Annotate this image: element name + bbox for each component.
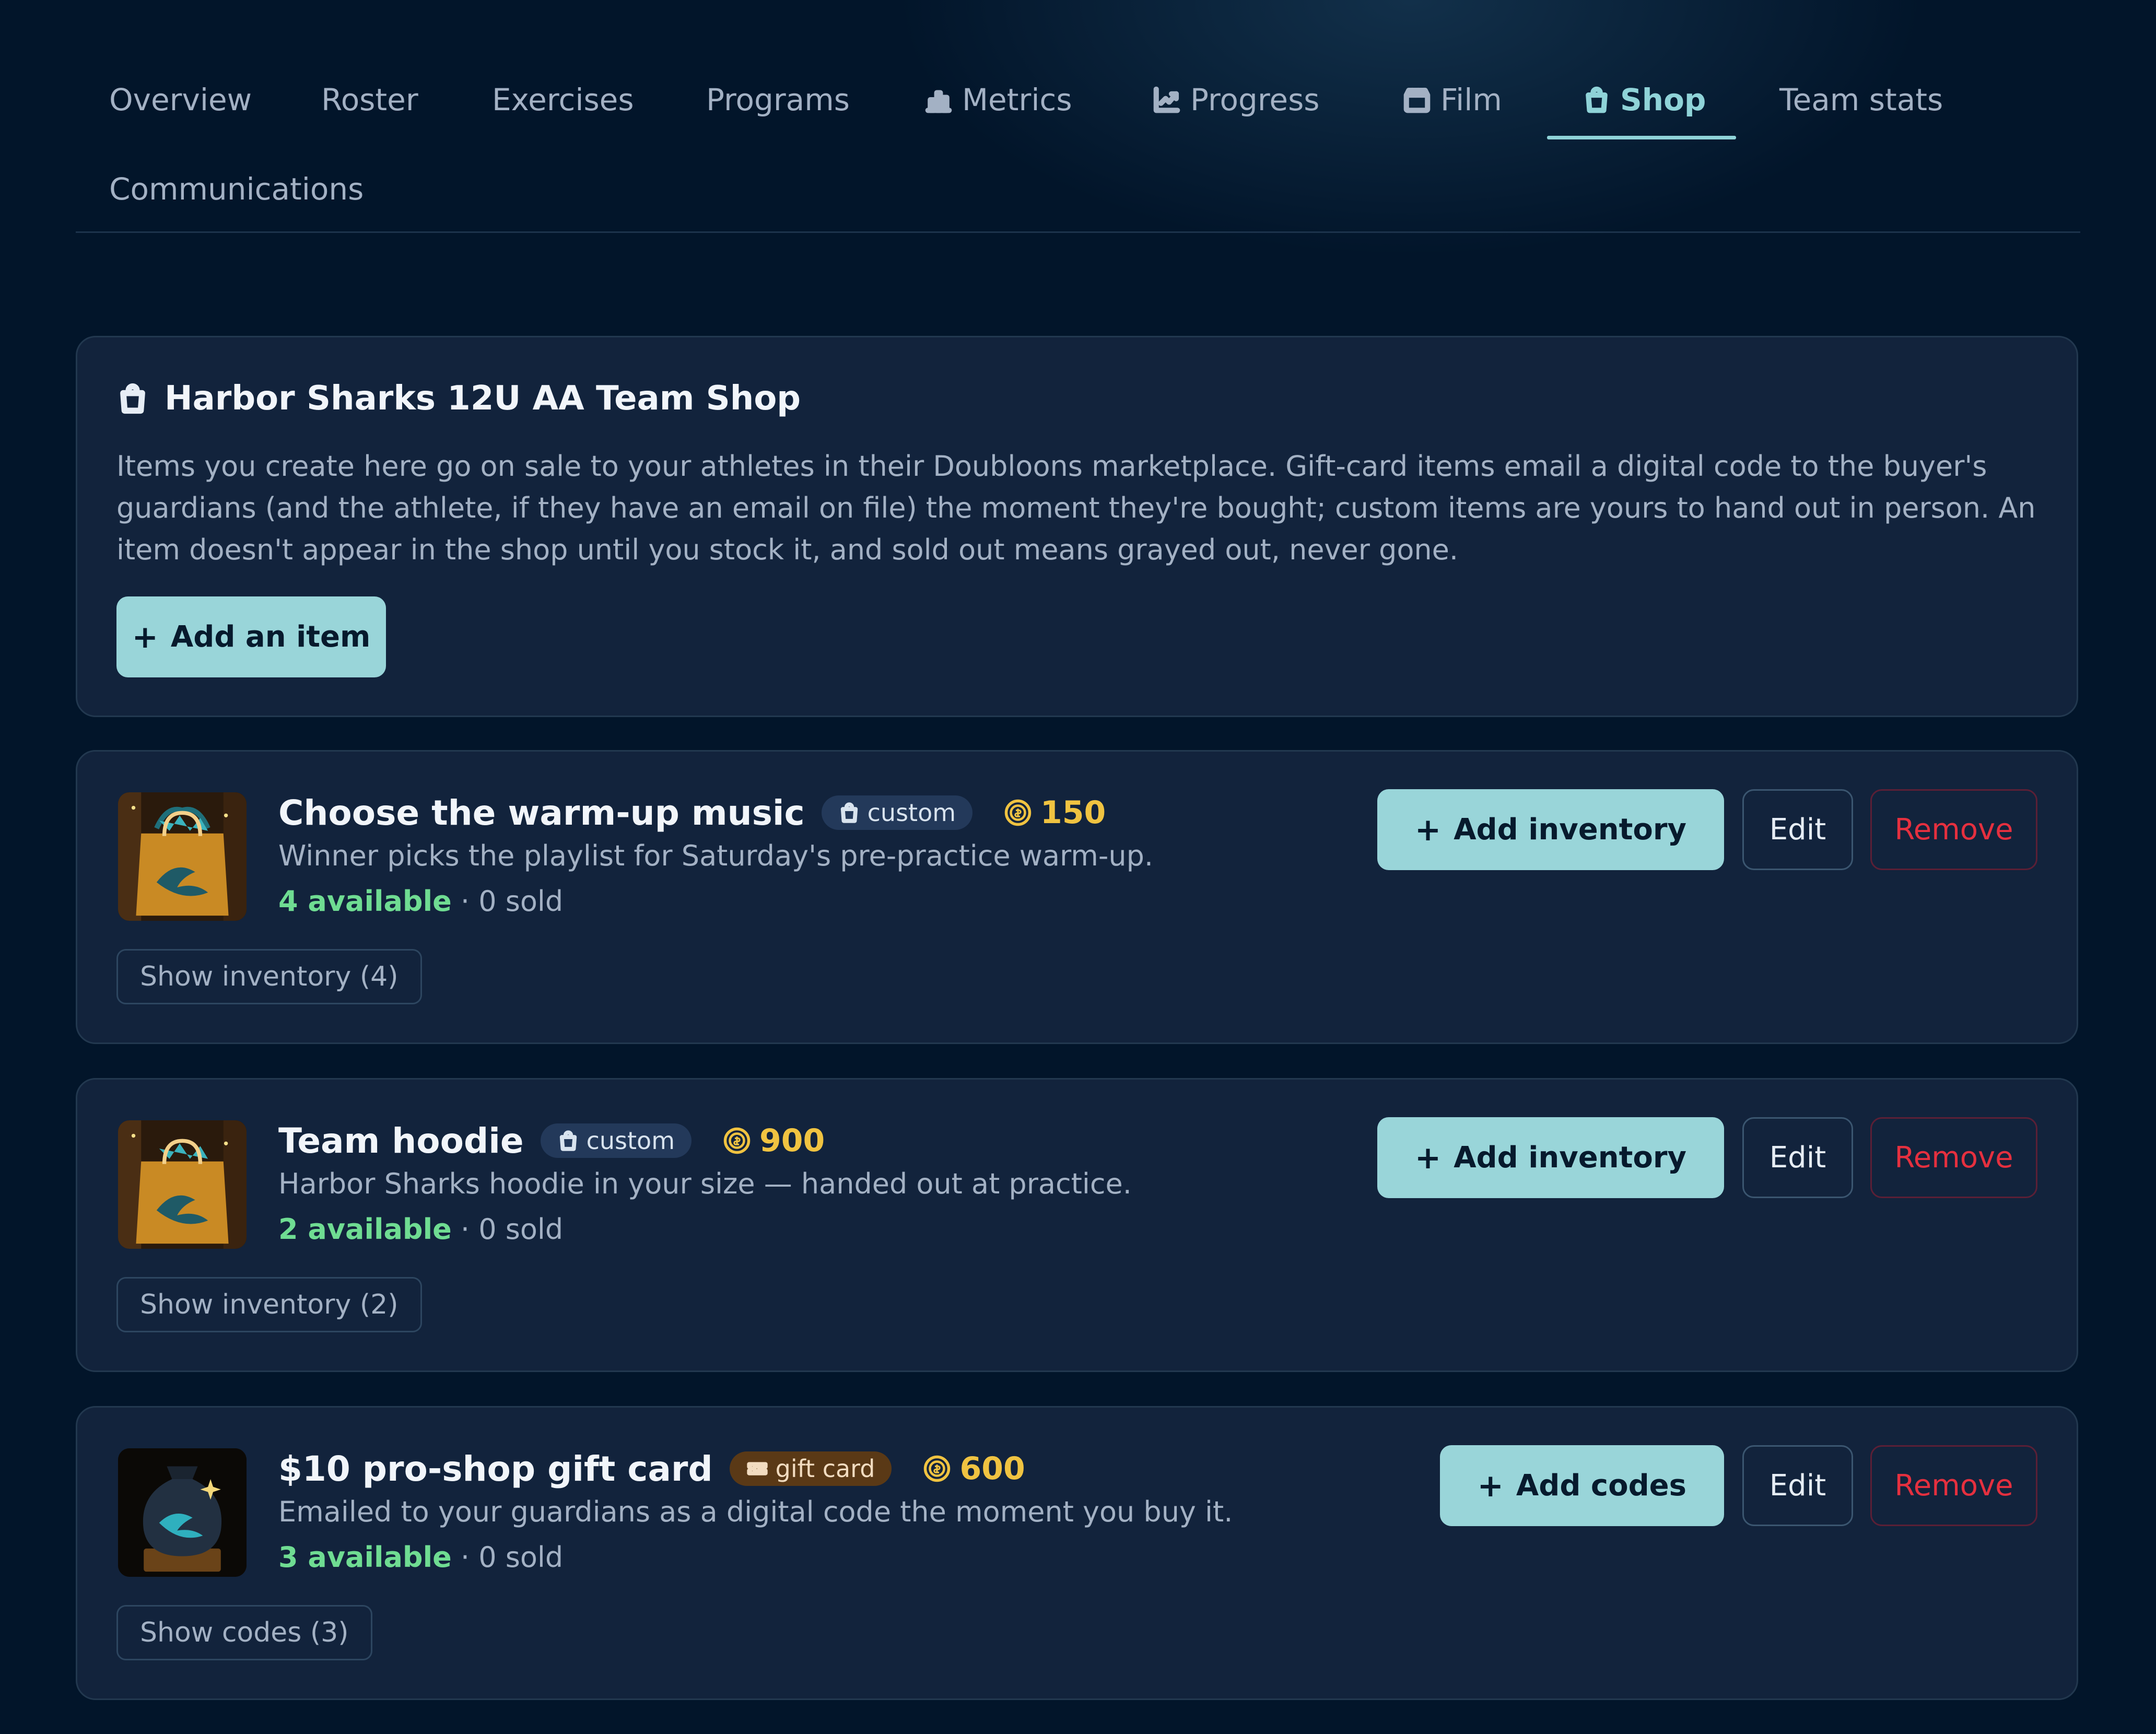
item-title-row: $10 pro-shop gift card gift card 600 [278,1445,1025,1492]
shark-coin-pouch-image [118,1448,247,1577]
tab-progress[interactable]: Progress [1153,63,1320,136]
price-value: 150 [1040,794,1106,831]
shopping-bag-icon [559,1130,577,1151]
bar-chart-icon [925,90,952,113]
add-item-label: Add an item [170,620,371,654]
tab-label: Communications [109,171,364,207]
shop-description: Items you create here go on sale to your… [116,450,2036,566]
line-chart-icon [1153,86,1180,113]
add-item-button[interactable]: + Add an item [116,596,386,677]
tab-communications[interactable]: Communications [109,153,364,226]
sold-count: · 0 sold [451,1541,564,1574]
item-stock: 2 available · 0 sold [278,1213,563,1246]
tab-label: Programs [706,82,850,118]
available-count: 3 available [278,1541,452,1574]
tab-roster[interactable]: Roster [321,63,418,136]
item-title-row: Team hoodie custom 900 [278,1117,825,1164]
edit-button[interactable]: Edit [1742,1445,1853,1526]
shop-title: Harbor Sharks 12U AA Team Shop [165,379,801,418]
shop-item-card: Choose the warm-up music custom 150 Winn… [76,750,2078,1044]
edit-button[interactable]: Edit [1742,1117,1853,1198]
available-count: 2 available [278,1213,452,1246]
item-stock: 4 available · 0 sold [278,885,563,918]
tab-label: Overview [109,82,252,118]
remove-button[interactable]: Remove [1870,1445,2037,1526]
badge-label: custom [586,1127,675,1155]
item-image [118,1448,247,1577]
badge-label: gift card [775,1455,875,1483]
item-description: Winner picks the playlist for Saturday's… [278,839,1154,872]
item-description: Emailed to your guardians as a digital c… [278,1495,1233,1528]
item-title: Team hoodie [278,1120,524,1161]
add-codes-label: Add codes [1516,1469,1686,1503]
item-title-row: Choose the warm-up music custom 150 [278,789,1106,836]
sold-count: · 0 sold [451,1213,564,1246]
item-type-badge: custom [540,1123,692,1158]
tab-label: Film [1440,82,1502,118]
shopping-bag-icon [120,383,145,414]
item-price: 150 [1004,794,1106,831]
shark-shopping-bag-image [118,1120,247,1249]
sold-count: · 0 sold [451,885,564,918]
tab-bar: Overview Roster Exercises Programs Metri… [76,0,2080,233]
tab-label: Metrics [962,82,1072,118]
show-inventory-button[interactable]: Show inventory (2) [116,1277,422,1332]
clapperboard-icon [1403,87,1431,113]
add-inventory-label: Add inventory [1454,813,1686,847]
remove-button[interactable]: Remove [1870,1117,2037,1198]
item-price: 600 [923,1450,1025,1487]
item-type-badge: gift card [729,1451,892,1486]
item-stock: 3 available · 0 sold [278,1541,563,1574]
doubloon-coin-icon [1004,799,1032,826]
add-inventory-button[interactable]: + Add inventory [1377,789,1724,870]
remove-button[interactable]: Remove [1870,789,2037,870]
show-inventory-button[interactable]: Show inventory (4) [116,949,422,1004]
shop-item-card: Team hoodie custom 900 Harbor Sharks hoo… [76,1078,2078,1372]
tab-film[interactable]: Film [1403,63,1502,136]
plus-icon: + [1414,811,1442,848]
item-type-badge: custom [821,795,973,830]
badge-label: custom [867,799,956,827]
item-description: Harbor Sharks hoodie in your size — hand… [278,1167,1132,1200]
edit-button[interactable]: Edit [1742,789,1853,870]
doubloon-coin-icon [723,1127,751,1154]
tab-overview[interactable]: Overview [109,63,252,136]
show-codes-button[interactable]: Show codes (3) [116,1605,372,1660]
tab-team-stats[interactable]: Team stats [1779,63,1943,136]
ticket-icon [746,1462,768,1475]
tab-label: Roster [321,82,418,118]
tab-label: Progress [1190,82,1320,118]
tab-exercises[interactable]: Exercises [492,63,634,136]
add-codes-button[interactable]: + Add codes [1439,1445,1724,1526]
tab-programs[interactable]: Programs [706,63,850,136]
shop-intro-card: Harbor Sharks 12U AA Team Shop Items you… [76,336,2078,717]
active-tab-indicator [1547,136,1736,139]
price-value: 600 [959,1450,1025,1487]
shopping-bag-icon [840,802,858,823]
tab-metrics[interactable]: Metrics [924,63,1072,136]
tab-label: Exercises [492,82,634,118]
item-image [118,1120,247,1249]
shop-header: Harbor Sharks 12U AA Team Shop [116,379,801,418]
plus-icon: + [1477,1467,1504,1504]
shopping-bag-icon [1586,86,1608,113]
shark-shopping-bag-image [118,792,247,921]
item-title: Choose the warm-up music [278,792,805,833]
add-inventory-label: Add inventory [1454,1141,1686,1175]
price-value: 900 [759,1122,825,1159]
plus-icon: + [1414,1139,1442,1176]
item-price: 900 [723,1122,825,1159]
available-count: 4 available [278,885,452,918]
tab-shop[interactable]: Shop [1583,63,1706,136]
tab-label: Team stats [1779,82,1943,118]
shop-item-card: $10 pro-shop gift card gift card 600 Ema… [76,1406,2078,1700]
add-inventory-button[interactable]: + Add inventory [1377,1117,1724,1198]
plus-icon: + [132,618,158,655]
doubloon-coin-icon [924,1455,951,1482]
item-title: $10 pro-shop gift card [278,1448,713,1489]
item-image [118,792,247,921]
tab-label: Shop [1620,82,1706,118]
